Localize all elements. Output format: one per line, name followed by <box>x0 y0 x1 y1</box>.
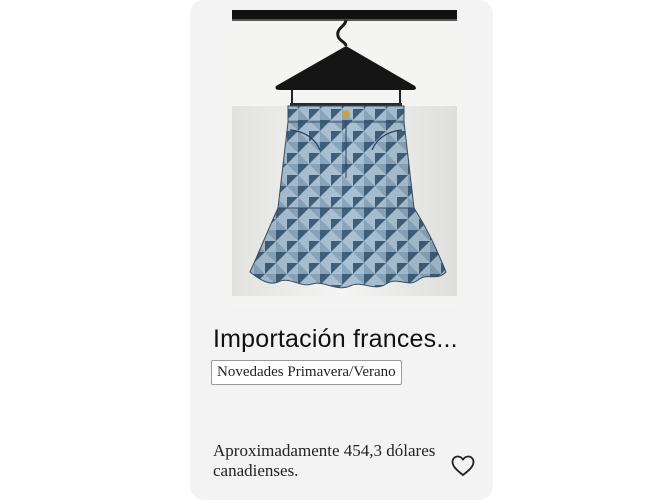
product-title[interactable]: Importación frances... <box>213 325 488 354</box>
left-margin <box>0 0 190 500</box>
product-card[interactable]: Importación frances... Novedades Primave… <box>190 0 493 500</box>
heart-outline-icon <box>451 455 475 476</box>
price-text: Aproximadamente 454,3 dólares canadiense… <box>213 441 436 480</box>
favorite-button[interactable] <box>449 452 477 480</box>
product-image[interactable] <box>232 10 457 307</box>
right-margin <box>493 0 670 500</box>
season-tag: Novedades Primavera/Verano <box>211 360 402 385</box>
skirt-photo <box>232 10 457 296</box>
